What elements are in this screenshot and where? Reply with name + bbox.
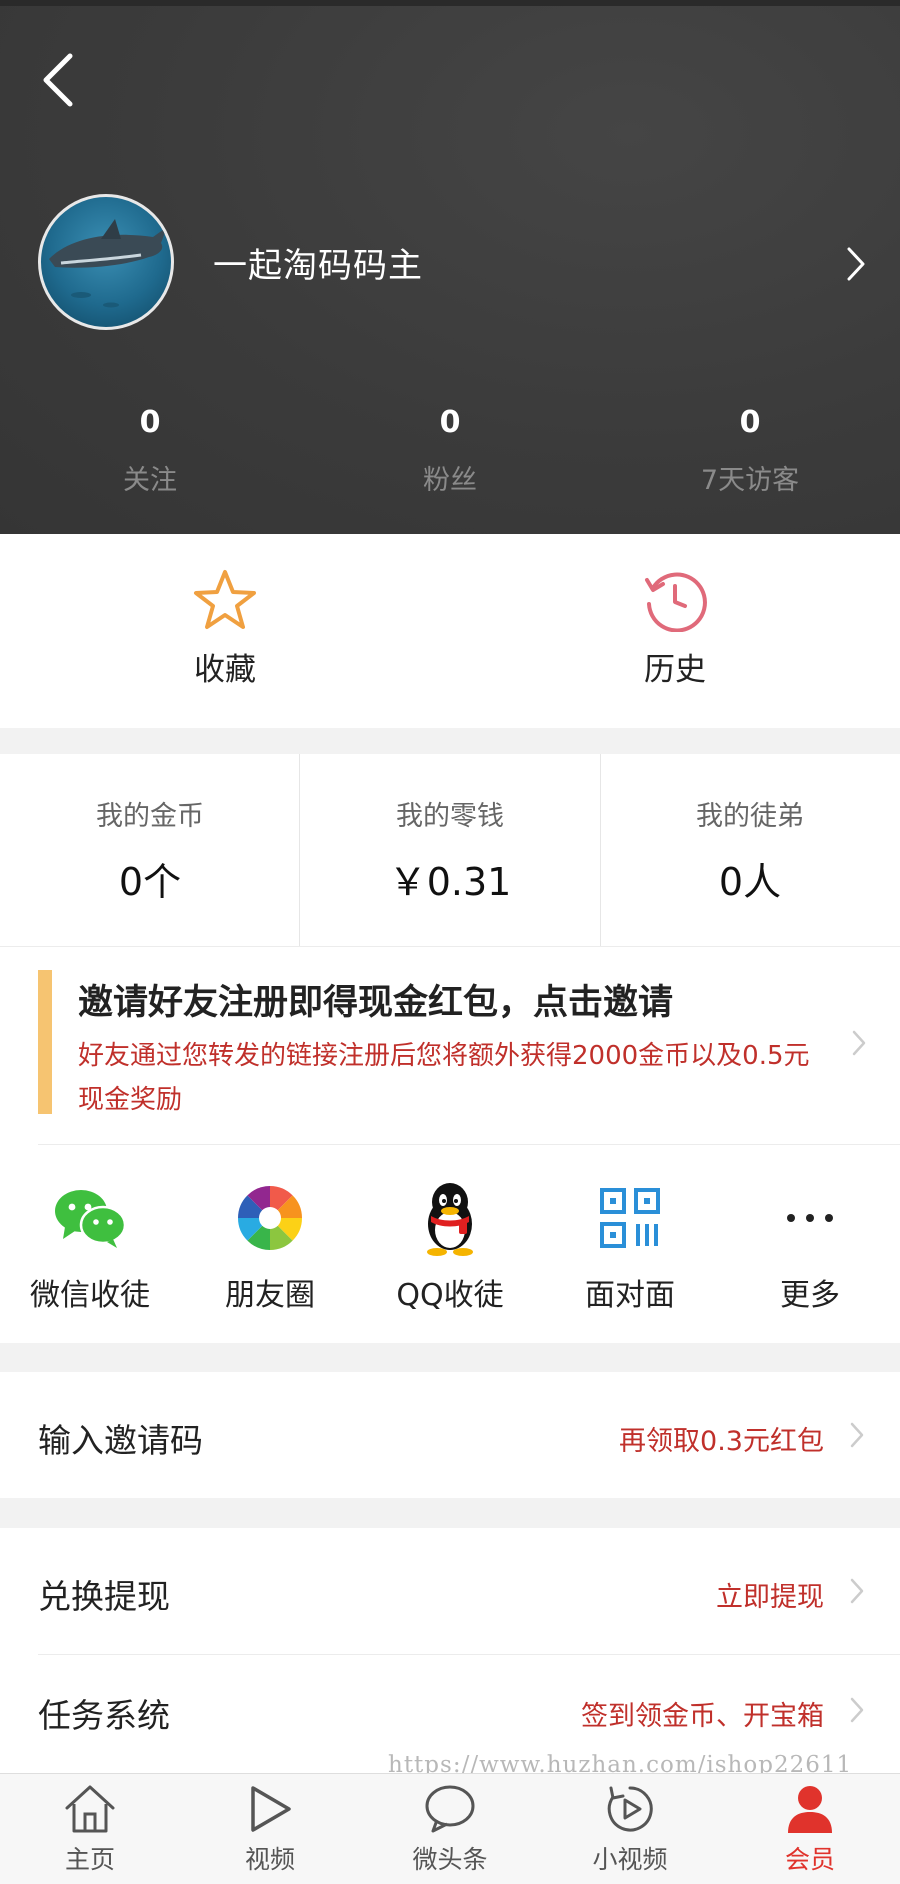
tab-member[interactable]: 会员 [720,1782,900,1876]
share-label: QQ收徒 [396,1278,504,1313]
tab-label: 主页 [64,1845,115,1874]
wallet-value: 0个 [118,860,182,904]
status-bar-edge [0,0,900,6]
invite-code-row[interactable]: 输入邀请码 再领取0.3元红包 [0,1372,900,1498]
tab-label: 小视频 [592,1845,668,1874]
chevron-right-icon [850,1697,864,1723]
stat-label: 粉丝 [423,465,477,496]
row-label: 输入邀请码 [38,1421,203,1460]
chevron-right-icon [850,1422,864,1448]
row-hint: 再领取0.3元红包 [619,1426,824,1457]
chevron-right-icon[interactable] [852,1030,866,1056]
share-qq[interactable]: QQ收徒 [360,1178,540,1314]
share-label: 朋友圈 [225,1278,315,1313]
divider [0,946,900,947]
row-label: 任务系统 [38,1696,170,1735]
stat-value: 0 [739,405,761,440]
change-cell[interactable]: 我的零钱 ￥0.31 [300,754,600,946]
withdraw-row[interactable]: 兑换提现 立即提现 [0,1528,900,1654]
row-hint: 立即提现 [716,1582,824,1613]
wallet-title: 我的金币 [96,801,204,832]
invite-section: 邀请好友注册即得现金红包，点击邀请 好友通过您转发的链接注册后您将额外获得200… [0,946,900,1343]
share-more[interactable]: 更多 [720,1178,900,1314]
wallet-value: 0人 [718,860,782,904]
quick-actions: 收藏 历史 [0,534,900,728]
row-hint: 签到领金币、开宝箱 [581,1701,824,1732]
history-label: 历史 [644,652,706,688]
stat-label: 7天访客 [700,465,800,496]
stat-followers[interactable]: 0 粉丝 [300,402,600,497]
invite-description[interactable]: 好友通过您转发的链接注册后您将额外获得2000金币以及0.5元现金奖励 [78,1034,818,1122]
avatar[interactable] [38,194,174,330]
stat-following[interactable]: 0 关注 [0,402,300,497]
favorites-button[interactable]: 收藏 [75,568,375,689]
qrcode-icon [600,1188,660,1248]
chat-bubble-icon [425,1785,475,1833]
apprentices-cell[interactable]: 我的徒弟 0人 [600,754,900,946]
invite-title[interactable]: 邀请好友注册即得现金红包，点击邀请 [78,974,673,1025]
tab-short-video[interactable]: 小视频 [540,1782,720,1876]
bottom-tab-bar: 主页 视频 微头条 小视频 会员 [0,1773,900,1884]
share-wechat[interactable]: 微信收徒 [0,1178,180,1314]
more-icon [787,1214,833,1222]
history-button[interactable]: 历史 [525,568,825,689]
tab-label: 视频 [244,1845,295,1874]
back-arrow-icon[interactable] [40,50,80,110]
history-icon [645,572,707,632]
moments-icon [238,1186,302,1250]
wechat-icon [55,1190,127,1248]
stat-label: 关注 [123,465,177,496]
coins-cell[interactable]: 我的金币 0个 [0,754,300,946]
video-icon [251,1786,291,1832]
stat-visitors[interactable]: 0 7天访客 [600,402,900,497]
share-face-to-face[interactable]: 面对面 [540,1178,720,1314]
tab-label: 微头条 [412,1845,488,1874]
qq-icon [427,1183,473,1256]
wallet-summary: 我的金币 0个 我的零钱 ￥0.31 我的徒弟 0人 [0,754,900,946]
settings-list: 兑换提现 立即提现 任务系统 签到领金币、开宝箱 [0,1528,900,1773]
divider [38,1144,900,1145]
profile-header: 一起淘码码主 0 关注 0 粉丝 0 7天访客 [0,0,900,534]
member-icon [788,1786,832,1833]
share-label: 微信收徒 [30,1278,150,1313]
username[interactable]: 一起淘码码主 [213,238,423,287]
shark-avatar-image [49,219,167,308]
chevron-right-icon[interactable] [846,246,866,282]
chevron-right-icon [850,1578,864,1604]
wallet-title: 我的徒弟 [696,801,804,832]
tab-video[interactable]: 视频 [180,1782,360,1876]
stat-value: 0 [439,405,461,440]
share-label: 面对面 [585,1278,675,1313]
invite-accent-bar [38,970,52,1114]
tab-home[interactable]: 主页 [0,1782,180,1876]
tab-micro-headline[interactable]: 微头条 [360,1782,540,1876]
home-icon [65,1785,115,1833]
wallet-value: ￥0.31 [388,860,512,904]
short-video-icon [607,1786,653,1832]
wallet-title: 我的零钱 [396,801,504,832]
star-icon [194,570,256,629]
favorites-label: 收藏 [194,652,256,688]
share-moments[interactable]: 朋友圈 [180,1178,360,1314]
share-label: 更多 [780,1278,840,1313]
stat-value: 0 [139,405,161,440]
tab-label: 会员 [784,1845,835,1874]
row-label: 兑换提现 [38,1577,170,1616]
